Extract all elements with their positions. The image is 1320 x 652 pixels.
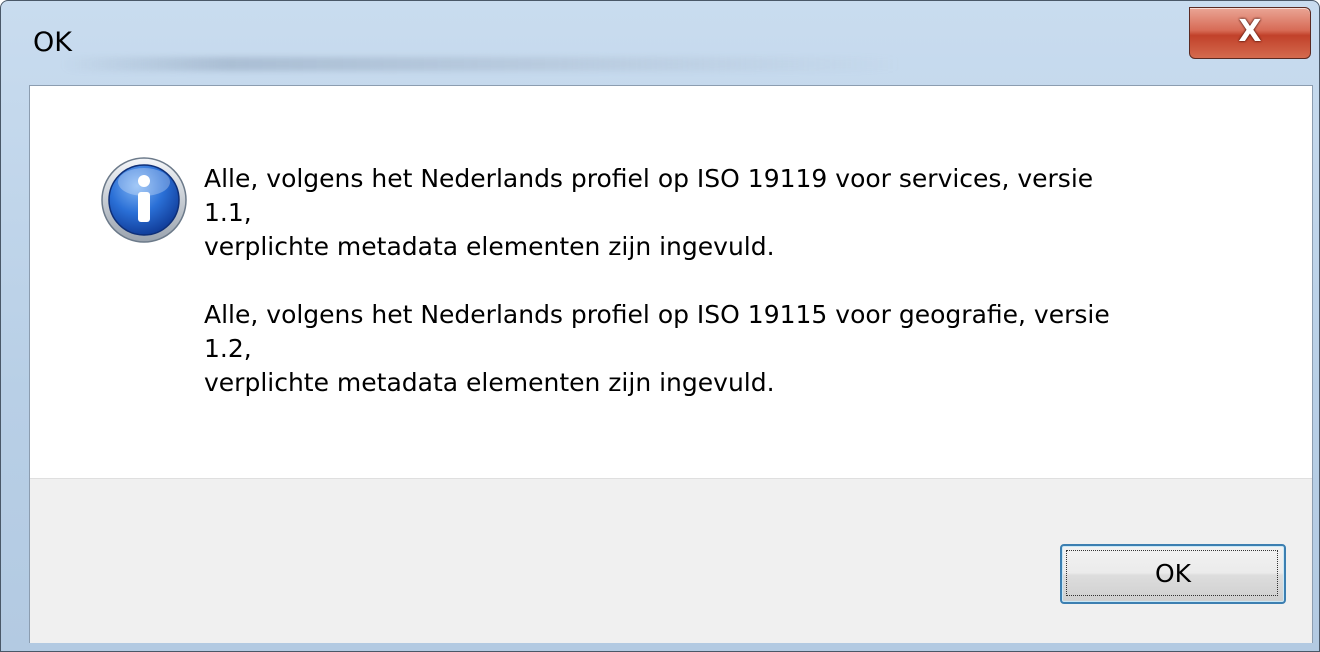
message-text: Alle, volgens het Nederlands profiel op … (204, 162, 1284, 400)
message-paragraph-geography: Alle, volgens het Nederlands profiel op … (204, 300, 1110, 397)
close-icon: X (1238, 14, 1262, 49)
message-paragraph-services: Alle, volgens het Nederlands profiel op … (204, 164, 1094, 261)
window-title: OK (33, 27, 72, 58)
blurred-background-title (61, 57, 901, 71)
information-icon (100, 156, 188, 244)
title-bar[interactable]: OK X (1, 1, 1319, 83)
ok-button[interactable]: OK (1060, 544, 1286, 604)
message-dialog-window: OK X Alle, volgens het Nederlands profie… (0, 0, 1320, 652)
ok-button-label: OK (1154, 559, 1192, 588)
close-button[interactable]: X (1189, 7, 1311, 59)
dialog-client-area: Alle, volgens het Nederlands profiel op … (29, 85, 1313, 643)
